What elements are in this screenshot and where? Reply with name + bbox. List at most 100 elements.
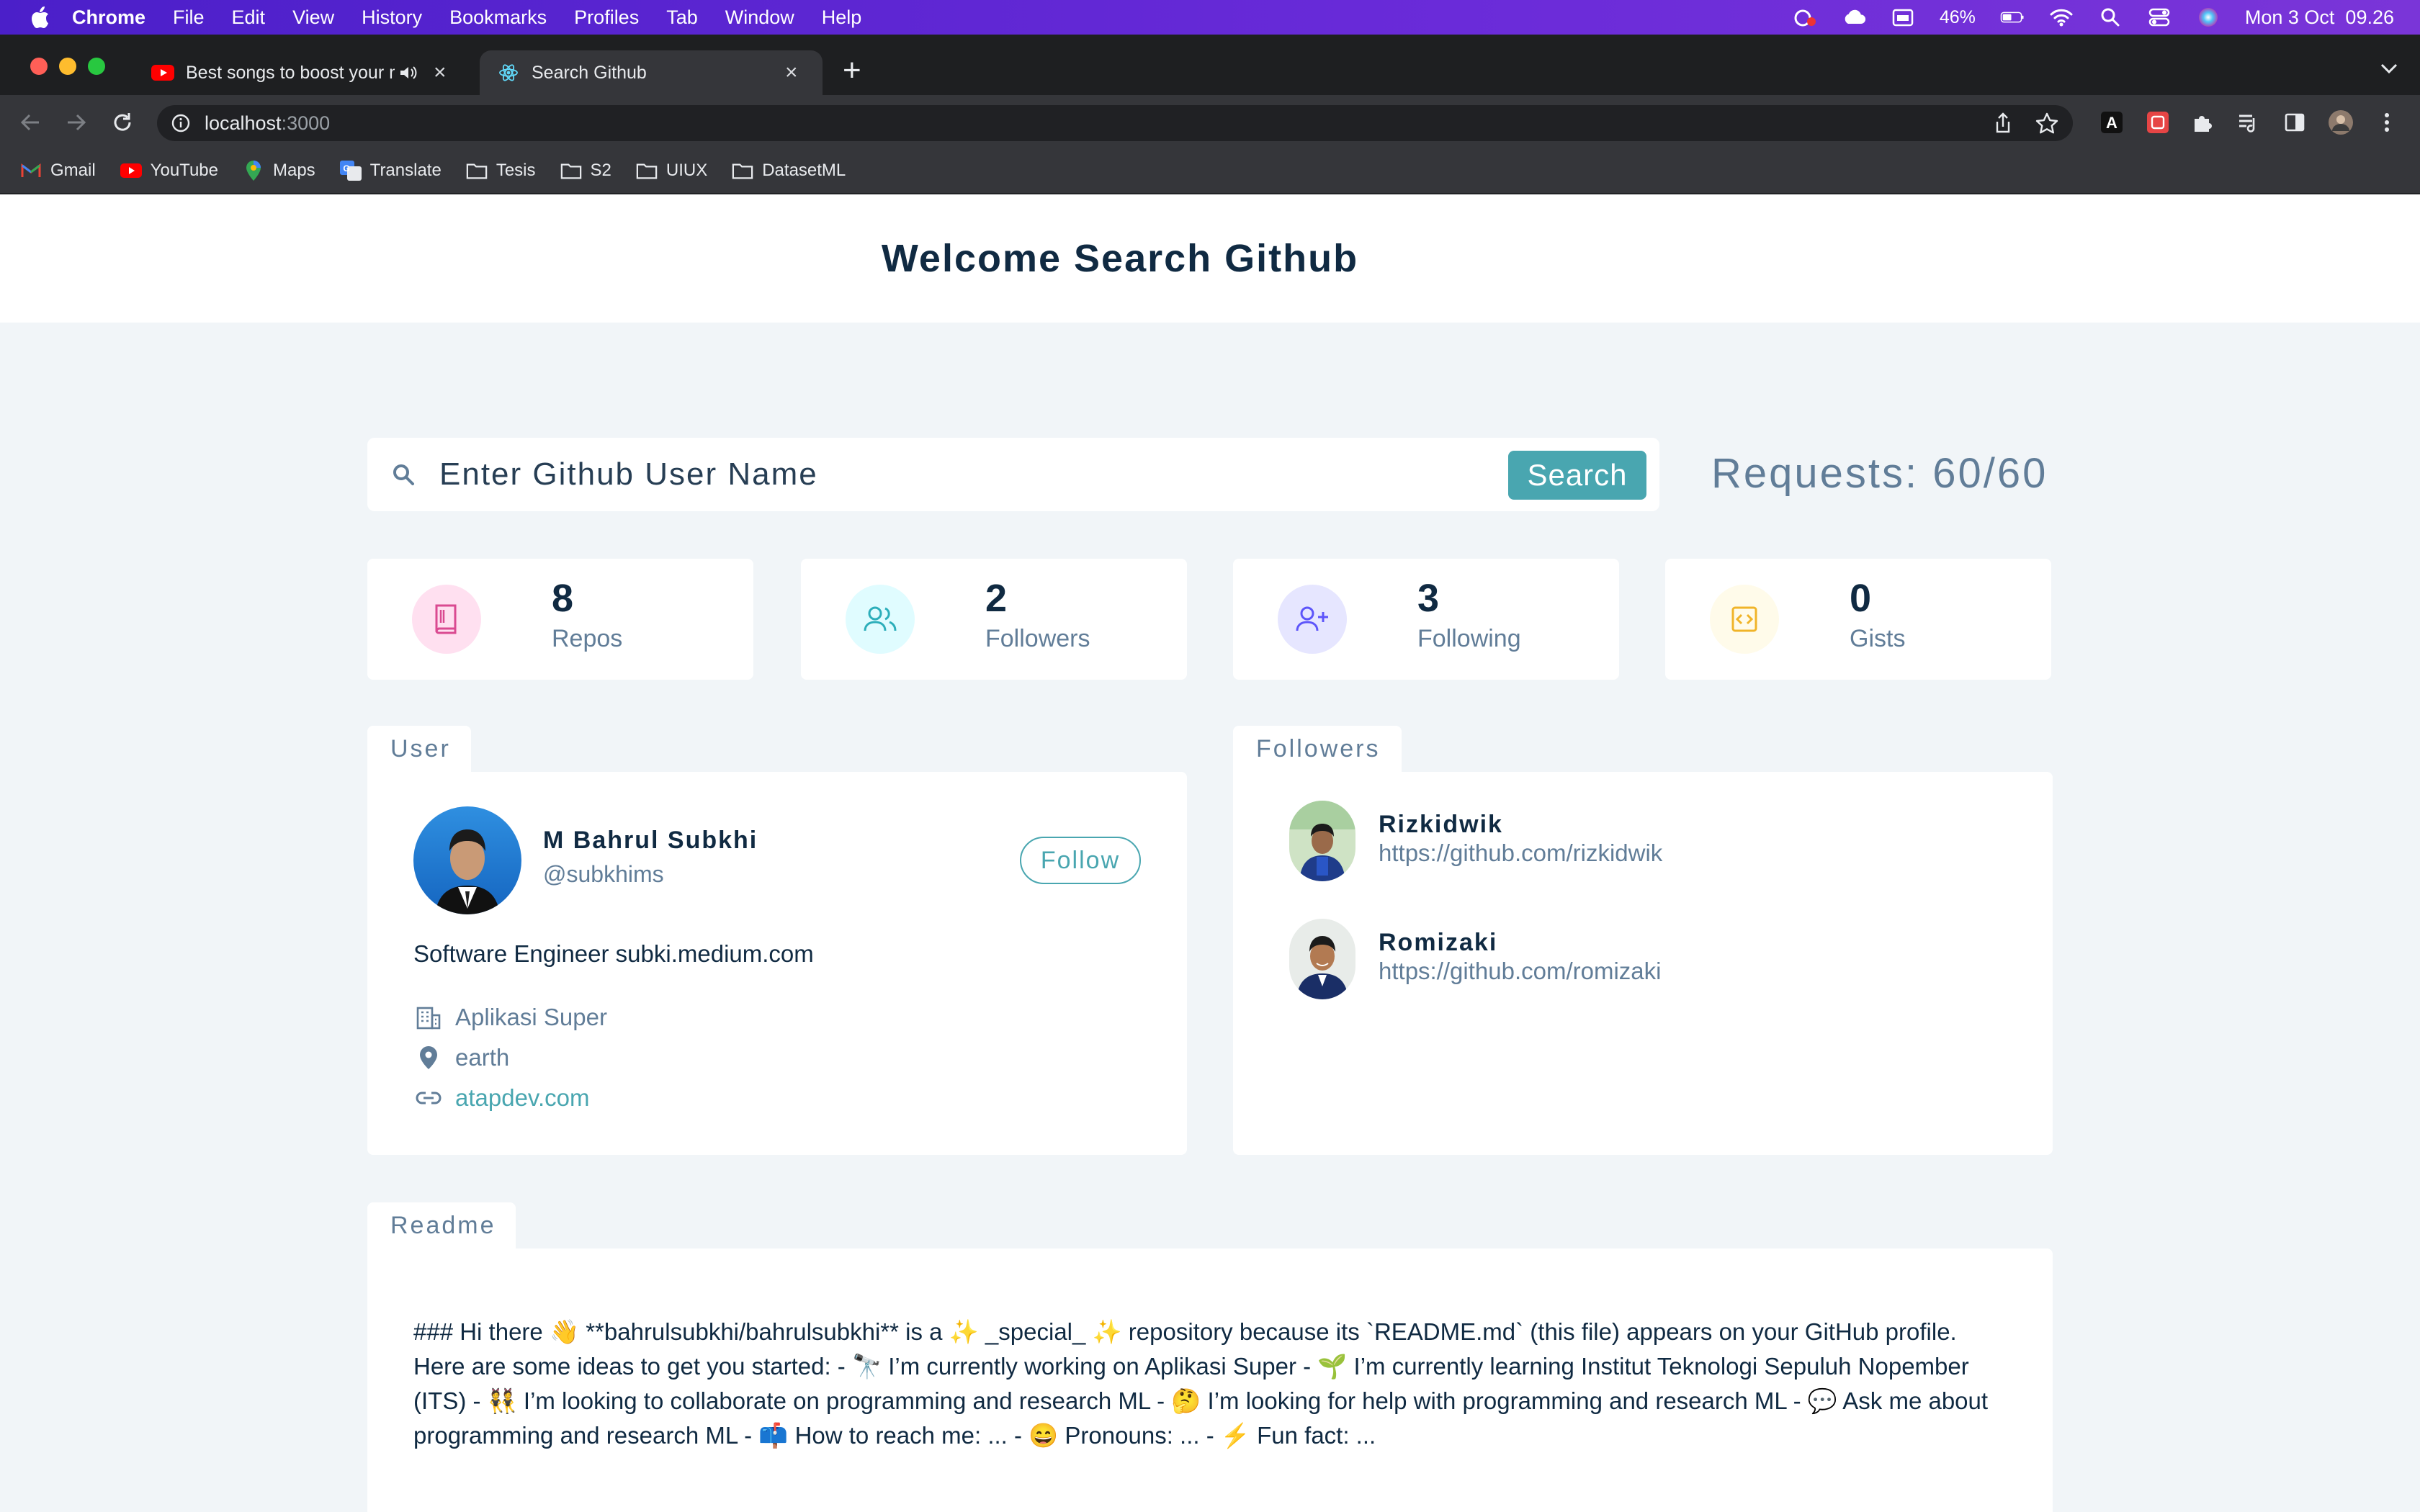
bookmark-star-icon[interactable] — [2035, 112, 2058, 134]
share-icon[interactable] — [1994, 112, 2012, 134]
search-input[interactable] — [439, 456, 1433, 492]
bookmark-folder-datasetml[interactable]: DatasetML — [732, 161, 846, 181]
clock-datetime[interactable]: Mon 3 Oct 09.26 — [2245, 6, 2394, 29]
user-location-text: earth — [455, 1044, 510, 1071]
user-blog[interactable]: atapdev.com — [413, 1083, 590, 1113]
bookmark-label: Translate — [369, 161, 442, 180]
bookmark-gmail[interactable]: Gmail — [20, 161, 96, 181]
site-info-icon[interactable] — [171, 114, 190, 132]
folder-icon — [560, 161, 582, 181]
building-icon — [413, 1002, 444, 1032]
close-tab-icon[interactable]: × — [434, 60, 447, 85]
user-location: earth — [413, 1043, 509, 1073]
user-login: @subkhims — [543, 861, 664, 887]
bookmark-translate[interactable]: G Translate — [339, 161, 442, 181]
rate-limit-requests: Requests: 60/60 — [1711, 450, 2048, 497]
bookmark-youtube[interactable]: YouTube — [120, 161, 218, 181]
readme-content: ### Hi there 👋 **bahrulsubkhi/bahrulsubk… — [413, 1318, 1989, 1449]
stat-label: Repos — [552, 625, 623, 652]
tab-search-chevron-icon[interactable] — [2380, 62, 2398, 78]
follower-url[interactable]: https://github.com/romizaki — [1379, 958, 1662, 985]
menu-app-name[interactable]: Chrome — [72, 6, 145, 29]
stat-card-following: 3 Following — [1233, 559, 1619, 680]
battery-icon[interactable] — [2000, 6, 2025, 28]
tab-youtube[interactable]: Best songs to boost your m × — [141, 50, 472, 95]
bookmark-label: DatasetML — [762, 161, 846, 180]
user-full-name: M Bahrul Subkhi — [543, 827, 758, 854]
apple-icon[interactable] — [27, 5, 52, 30]
menu-edit[interactable]: Edit — [232, 6, 266, 29]
speaker-icon[interactable] — [399, 65, 418, 81]
link-icon — [413, 1083, 444, 1113]
stat-value: 0 — [1850, 577, 1872, 620]
bookmarks-bar: Gmail YouTube Maps G Translate Tesis S2 — [0, 148, 2420, 194]
extension-grammar-icon[interactable] — [2145, 109, 2171, 135]
folder-icon — [732, 161, 753, 181]
bookmark-label: S2 — [590, 161, 611, 180]
menu-view[interactable]: View — [292, 6, 334, 29]
browser-menu-icon[interactable] — [2374, 109, 2400, 135]
user-card-tab: User — [367, 726, 471, 772]
menu-history[interactable]: History — [362, 6, 422, 29]
side-panel-icon[interactable] — [2282, 109, 2308, 135]
svg-text:A: A — [2106, 114, 2118, 132]
extensions-puzzle-icon[interactable] — [2190, 109, 2215, 135]
siri-icon[interactable] — [2196, 6, 2220, 28]
react-icon — [498, 63, 519, 83]
window-zoom-button[interactable] — [88, 58, 105, 75]
wifi-icon[interactable] — [2049, 6, 2074, 28]
bookmark-label: YouTube — [150, 161, 218, 180]
bookmark-folder-tesis[interactable]: Tesis — [466, 161, 536, 181]
new-tab-button[interactable]: + — [843, 55, 861, 86]
stat-value: 2 — [985, 577, 1008, 620]
folder-icon — [636, 161, 658, 181]
users-icon — [846, 585, 915, 654]
menu-help[interactable]: Help — [822, 6, 862, 29]
bookmark-folder-uiux[interactable]: UIUX — [636, 161, 707, 181]
forward-arrow-icon[interactable] — [62, 108, 91, 137]
bookmark-label: Gmail — [50, 161, 96, 180]
menu-bookmarks[interactable]: Bookmarks — [449, 6, 547, 29]
follow-button[interactable]: Follow — [1020, 837, 1141, 884]
tab-search-github[interactable]: Search Github × — [480, 50, 823, 95]
window-minimize-button[interactable] — [59, 58, 76, 75]
battery-percent: 46% — [1939, 6, 1976, 27]
page-header: Welcome Search Github — [0, 194, 2420, 323]
menu-profiles[interactable]: Profiles — [574, 6, 639, 29]
spotlight-search-icon[interactable] — [2098, 6, 2123, 28]
tab-title: Best songs to boost your m — [186, 62, 395, 83]
page-title: Welcome Search Github — [881, 237, 1359, 280]
readme-card-tab: Readme — [367, 1202, 516, 1248]
follower-avatar — [1289, 919, 1355, 999]
media-queue-icon[interactable] — [2236, 109, 2262, 135]
cloud-icon[interactable] — [1842, 6, 1866, 28]
menu-tab[interactable]: Tab — [666, 6, 698, 29]
location-pin-icon — [413, 1043, 444, 1073]
follower-url[interactable]: https://github.com/rizkidwik — [1379, 840, 1662, 867]
youtube-icon — [120, 161, 142, 181]
follower-name: Rizkidwik — [1379, 811, 1503, 838]
control-center-icon[interactable] — [2147, 6, 2172, 28]
back-arrow-icon[interactable] — [16, 108, 45, 137]
maps-pin-icon — [243, 161, 264, 181]
stat-label: Followers — [985, 625, 1090, 652]
address-bar[interactable]: localhost:3000 — [157, 105, 2073, 141]
follower-name: Romizaki — [1379, 929, 1498, 956]
reload-icon[interactable] — [108, 108, 137, 137]
macos-menu-bar: Chrome File Edit View History Bookmarks … — [0, 0, 2420, 35]
profile-avatar-icon[interactable] — [2328, 109, 2354, 135]
stat-label: Gists — [1850, 625, 1906, 652]
bookmark-folder-s2[interactable]: S2 — [560, 161, 611, 181]
window-close-button[interactable] — [30, 58, 48, 75]
menu-window[interactable]: Window — [725, 6, 794, 29]
extension-a-icon[interactable]: A — [2099, 109, 2125, 135]
search-button[interactable]: Search — [1508, 451, 1646, 500]
user-blog-link[interactable]: atapdev.com — [455, 1084, 590, 1112]
followers-card-tab: Followers — [1233, 726, 1402, 772]
calendar-display-icon[interactable] — [1891, 6, 1915, 28]
creative-cloud-icon[interactable] — [1793, 6, 1817, 28]
user-plus-icon — [1278, 585, 1347, 654]
menu-file[interactable]: File — [173, 6, 205, 29]
bookmark-maps[interactable]: Maps — [243, 161, 315, 181]
close-tab-icon[interactable]: × — [785, 60, 798, 85]
